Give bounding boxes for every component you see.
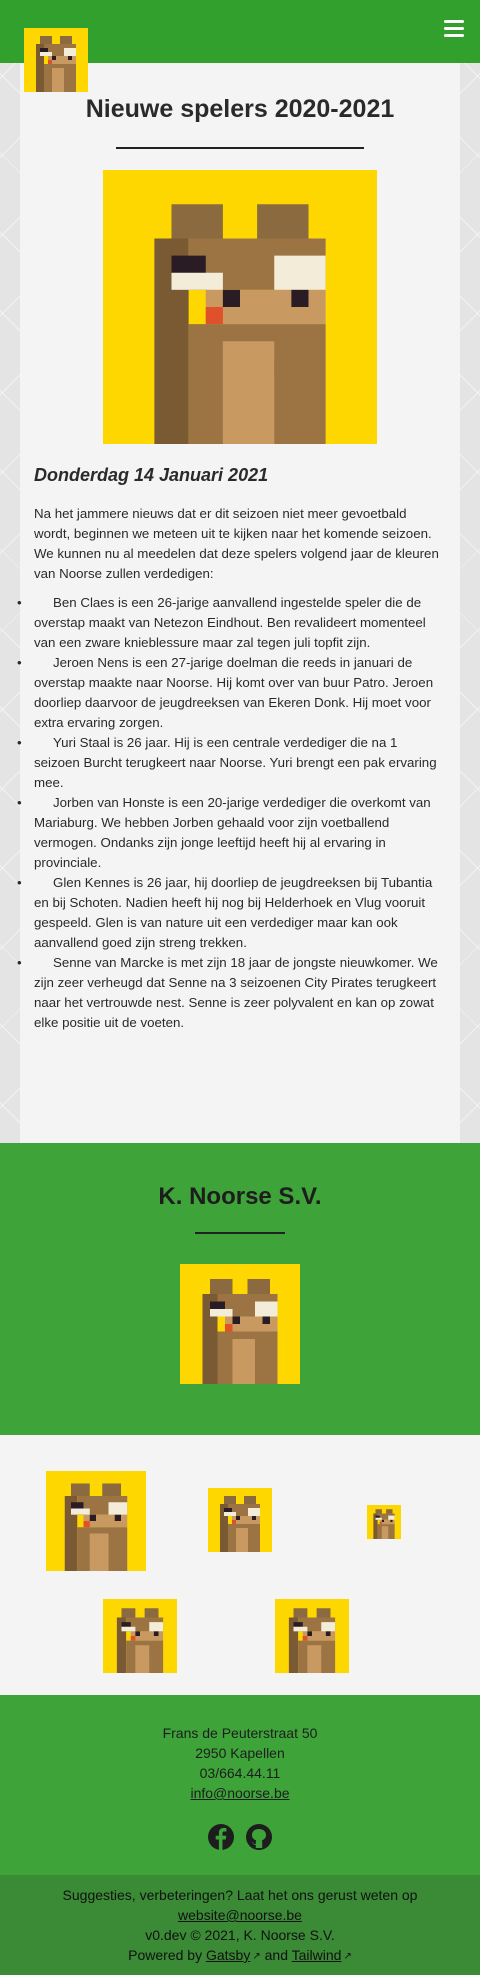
- list-item: Jeroen Nens is een 27-jarige doelman die…: [17, 653, 446, 733]
- facebook-icon[interactable]: [207, 1823, 235, 1851]
- list-item: Glen Kennes is 26 jaar, hij doorliep de …: [17, 873, 446, 953]
- club-divider: [195, 1232, 285, 1234]
- sponsor-logo-icon[interactable]: [208, 1488, 272, 1552]
- gatsby-link[interactable]: Gatsby: [206, 1947, 250, 1963]
- title-divider: [116, 147, 364, 149]
- address-city: 2950 Kapellen: [195, 1745, 285, 1761]
- sponsor-logo-icon[interactable]: [103, 1599, 177, 1673]
- feedback-text: Suggesties, verbeteringen? Laat het ons …: [62, 1887, 418, 1903]
- article-card: Nieuwe spelers 2020-2021 Donderdag 14 Ja…: [17, 63, 460, 1143]
- version-text: v0.dev © 2021, K. Noorse S.V.: [145, 1927, 335, 1943]
- players-list: Ben Claes is een 26-jarige aanvallend in…: [17, 593, 446, 1033]
- feedback-email-link[interactable]: website@noorse.be: [178, 1907, 302, 1923]
- phone-number: 03/664.44.11: [199, 1765, 281, 1781]
- article-date: Donderdag 14 Januari 2021: [34, 465, 269, 485]
- article-title: Nieuwe spelers 2020-2021: [85, 95, 395, 123]
- list-item: Yuri Staal is 26 jaar. Hij is een centra…: [17, 733, 446, 793]
- squirrel-logo-icon[interactable]: [24, 28, 88, 92]
- club-logo-icon: [180, 1264, 300, 1384]
- article-intro: Na het jammere nieuws dat er dit seizoen…: [34, 506, 439, 581]
- list-item: Ben Claes is een 26-jarige aanvallend in…: [17, 593, 446, 653]
- sponsor-logo-icon[interactable]: [367, 1505, 401, 1539]
- sponsor-logos-section: [0, 1435, 480, 1695]
- club-section: K. Noorse S.V.: [0, 1143, 480, 1435]
- tailwind-link[interactable]: Tailwind: [292, 1947, 342, 1963]
- sponsor-logo-icon[interactable]: [46, 1471, 146, 1571]
- site-footer: Suggesties, verbeteringen? Laat het ons …: [0, 1875, 480, 1975]
- contact-email-link[interactable]: info@noorse.be: [190, 1785, 289, 1801]
- list-item: Jorben van Honste is een 20-jarige verde…: [17, 793, 446, 873]
- external-link-icon: ↗: [343, 1951, 352, 1962]
- club-name: K. Noorse S.V.: [158, 1183, 322, 1210]
- github-icon[interactable]: [245, 1823, 273, 1851]
- sponsor-logo-icon[interactable]: [275, 1599, 349, 1673]
- contact-section: Frans de Peuterstraat 50 2950 Kapellen 0…: [0, 1695, 480, 1875]
- external-link-icon: ↗: [252, 1951, 261, 1962]
- powered-by-label: Powered by: [128, 1947, 203, 1963]
- address-street: Frans de Peuterstraat 50: [162, 1725, 318, 1741]
- hamburger-menu-icon[interactable]: [444, 20, 464, 37]
- and-label: and: [264, 1947, 288, 1963]
- article-hero-image: [103, 170, 377, 444]
- list-item: Senne van Marcke is met zijn 18 jaar de …: [17, 953, 446, 1033]
